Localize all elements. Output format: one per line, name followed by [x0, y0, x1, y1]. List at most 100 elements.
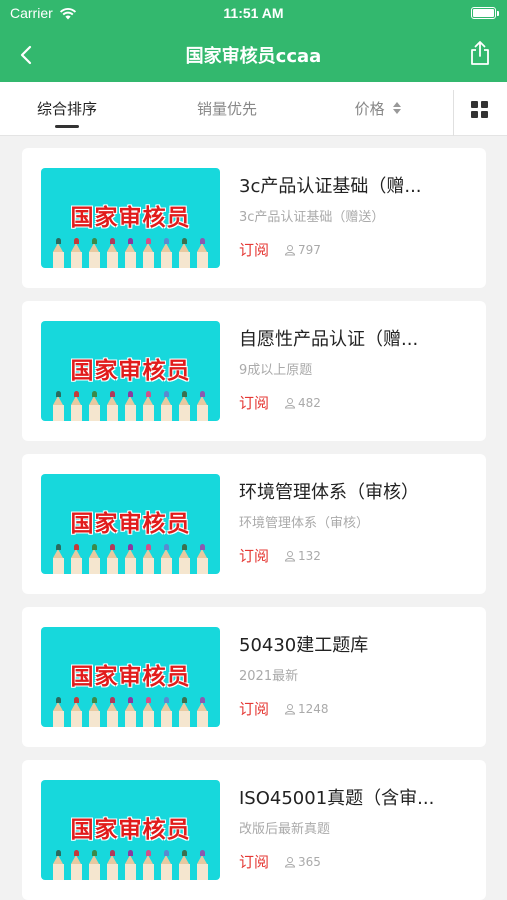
pencil-graphic: [53, 850, 64, 880]
pencil-graphic: [125, 238, 136, 268]
pencil-graphic: [107, 544, 118, 574]
pencil-graphic: [125, 544, 136, 574]
pencil-graphic: [161, 697, 172, 727]
sort-arrows-icon: [393, 102, 402, 114]
course-card[interactable]: 国家审核员 50430建工题库 2021最新 订阅 1248: [22, 607, 486, 747]
subscribe-button[interactable]: 订阅: [239, 545, 269, 566]
course-thumbnail: 国家审核员: [41, 474, 220, 574]
pencil-graphic: [125, 697, 136, 727]
pencil-graphic: [53, 544, 64, 574]
course-card[interactable]: 国家审核员 环境管理体系（审核） 环境管理体系（审核） 订阅 132: [22, 454, 486, 594]
thumbnail-text: 国家审核员: [70, 664, 191, 690]
subscriber-count-value: 1248: [298, 702, 329, 716]
pencil-graphic: [125, 391, 136, 421]
pencil-graphic: [143, 238, 154, 268]
pencil-graphic: [143, 544, 154, 574]
pencil-graphic: [161, 391, 172, 421]
course-card[interactable]: 国家审核员 自愿性产品认证（赠... 9成以上原题 订阅 482: [22, 301, 486, 441]
thumbnail-text: 国家审核员: [70, 358, 191, 384]
course-subtitle: 改版后最新真题: [239, 822, 331, 837]
pencil-graphic: [53, 238, 64, 268]
app-header: Carrier 11:51 AM 国家审核员ccaa: [0, 0, 507, 82]
course-card[interactable]: 国家审核员 3c产品认证基础（赠... 3c产品认证基础（赠送） 订阅 797: [22, 148, 486, 288]
course-subtitle: 环境管理体系（审核）: [239, 516, 370, 531]
status-bar: Carrier 11:51 AM: [0, 0, 507, 28]
pencil-graphic: [89, 544, 100, 574]
user-icon: [284, 551, 296, 562]
filter-bar: 综合排序 销量优先 价格: [0, 82, 507, 136]
user-icon: [284, 857, 296, 868]
nav-bar: 国家审核员ccaa: [0, 28, 507, 82]
thumbnail-text: 国家审核员: [70, 205, 191, 231]
pencil-graphic: [71, 850, 82, 880]
course-title: 3c产品认证基础（赠...: [239, 176, 422, 197]
pencil-graphic: [89, 238, 100, 268]
pencil-graphic: [71, 238, 82, 268]
pencil-graphic: [143, 391, 154, 421]
subscribe-button[interactable]: 订阅: [239, 239, 269, 260]
share-button[interactable]: [469, 40, 491, 66]
subscribe-button[interactable]: 订阅: [239, 392, 269, 413]
subscriber-count-value: 365: [298, 855, 321, 869]
pencil-graphic: [125, 850, 136, 880]
filter-tab-price[interactable]: 价格: [333, 82, 423, 136]
pencil-graphic: [197, 697, 208, 727]
pencil-graphic: [197, 544, 208, 574]
page-title: 国家审核员ccaa: [185, 46, 322, 67]
user-icon: [284, 398, 296, 409]
pencil-graphic: [53, 697, 64, 727]
course-thumbnail: 国家审核员: [41, 627, 220, 727]
subscribe-button[interactable]: 订阅: [239, 698, 269, 719]
pencils-illustration: [53, 391, 208, 421]
pencil-graphic: [107, 850, 118, 880]
subscriber-count: 1248: [284, 702, 329, 716]
pencil-graphic: [179, 544, 190, 574]
course-title: 50430建工题库: [239, 635, 369, 656]
pencil-graphic: [197, 391, 208, 421]
course-thumbnail: 国家审核员: [41, 168, 220, 268]
filter-tab-sales[interactable]: 销量优先: [182, 82, 272, 136]
course-title: ISO45001真题（含审...: [239, 788, 435, 809]
pencil-graphic: [161, 238, 172, 268]
filter-tab-label: 销量优先: [196, 100, 257, 118]
pencil-graphic: [107, 697, 118, 727]
pencil-graphic: [179, 697, 190, 727]
user-icon: [284, 704, 296, 715]
pencils-illustration: [53, 850, 208, 880]
pencil-graphic: [89, 850, 100, 880]
filter-tab-label: 价格: [354, 100, 385, 118]
pencils-illustration: [53, 238, 208, 268]
pencils-illustration: [53, 544, 208, 574]
filter-tab-comprehensive[interactable]: 综合排序: [22, 82, 112, 136]
user-icon: [284, 245, 296, 256]
pencil-graphic: [179, 391, 190, 421]
pencil-graphic: [143, 697, 154, 727]
subscriber-count-value: 482: [298, 396, 321, 410]
pencil-graphic: [53, 391, 64, 421]
pencil-graphic: [71, 544, 82, 574]
course-thumbnail: 国家审核员: [41, 321, 220, 421]
course-subtitle: 3c产品认证基础（赠送）: [239, 210, 385, 225]
course-thumbnail: 国家审核员: [41, 780, 220, 880]
active-tab-indicator: [55, 125, 79, 128]
grid-view-button[interactable]: [471, 101, 488, 118]
course-card[interactable]: 国家审核员 ISO45001真题（含审... 改版后最新真题 订阅 365: [22, 760, 486, 900]
subscriber-count: 797: [284, 243, 321, 257]
pencil-graphic: [161, 850, 172, 880]
pencil-graphic: [161, 544, 172, 574]
battery-icon: [471, 7, 499, 19]
pencils-illustration: [53, 697, 208, 727]
pencil-graphic: [179, 238, 190, 268]
subscriber-count: 132: [284, 549, 321, 563]
subscriber-count-value: 797: [298, 243, 321, 257]
pencil-graphic: [71, 697, 82, 727]
subscribe-button[interactable]: 订阅: [239, 851, 269, 872]
pencil-graphic: [71, 391, 82, 421]
filter-divider: [453, 90, 454, 136]
pencil-graphic: [197, 238, 208, 268]
subscriber-count: 482: [284, 396, 321, 410]
thumbnail-text: 国家审核员: [70, 511, 191, 537]
pencil-graphic: [143, 850, 154, 880]
pencil-graphic: [89, 697, 100, 727]
course-subtitle: 2021最新: [239, 669, 299, 684]
